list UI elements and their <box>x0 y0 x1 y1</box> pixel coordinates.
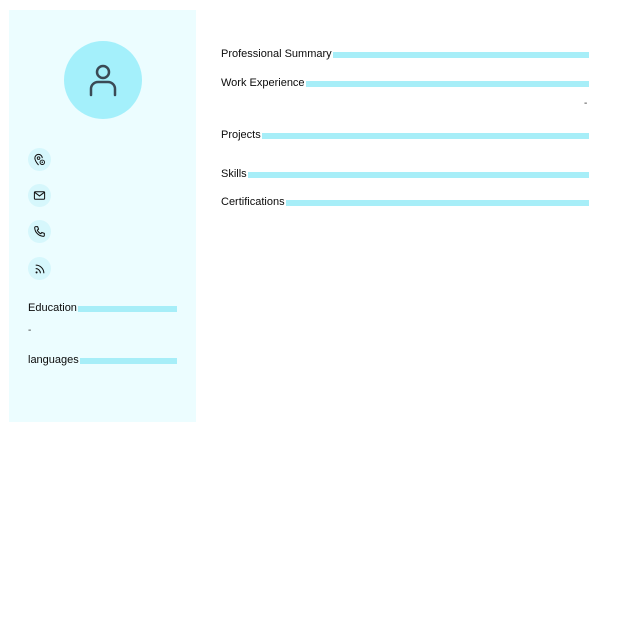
work-experience-placeholder: - <box>584 98 588 109</box>
location-pin-icon <box>34 153 45 166</box>
skills-section-header: Skills <box>221 168 589 180</box>
work-experience-section-header: Work Experience <box>221 77 589 89</box>
work-experience-title: Work Experience <box>221 77 305 89</box>
languages-divider <box>79 358 177 364</box>
projects-title: Projects <box>221 129 261 141</box>
education-divider <box>77 306 177 312</box>
education-section-header: Education <box>28 302 177 314</box>
projects-section-header: Projects <box>221 129 589 141</box>
resume-sidebar: Education - languages <box>9 10 196 422</box>
location-icon-badge <box>28 148 51 171</box>
mail-icon-badge <box>28 184 51 207</box>
rss-icon <box>35 264 44 273</box>
rss-icon-badge <box>28 257 51 280</box>
skills-title: Skills <box>221 168 247 180</box>
projects-divider <box>261 133 589 139</box>
user-icon <box>89 64 117 97</box>
phone-icon-badge <box>28 220 51 243</box>
certifications-section-header: Certifications <box>221 196 589 208</box>
mail-icon <box>33 191 46 200</box>
education-title: Education <box>28 302 77 314</box>
languages-section-header: languages <box>28 354 177 366</box>
languages-title: languages <box>28 354 79 366</box>
work-experience-divider <box>305 81 589 87</box>
certifications-divider <box>285 200 589 206</box>
skills-divider <box>247 172 589 178</box>
avatar <box>64 41 142 119</box>
professional-summary-divider <box>332 52 589 58</box>
certifications-title: Certifications <box>221 196 285 208</box>
education-placeholder: - <box>28 325 32 336</box>
phone-icon <box>34 226 45 237</box>
professional-summary-section-header: Professional Summary <box>221 48 589 60</box>
professional-summary-title: Professional Summary <box>221 48 332 60</box>
